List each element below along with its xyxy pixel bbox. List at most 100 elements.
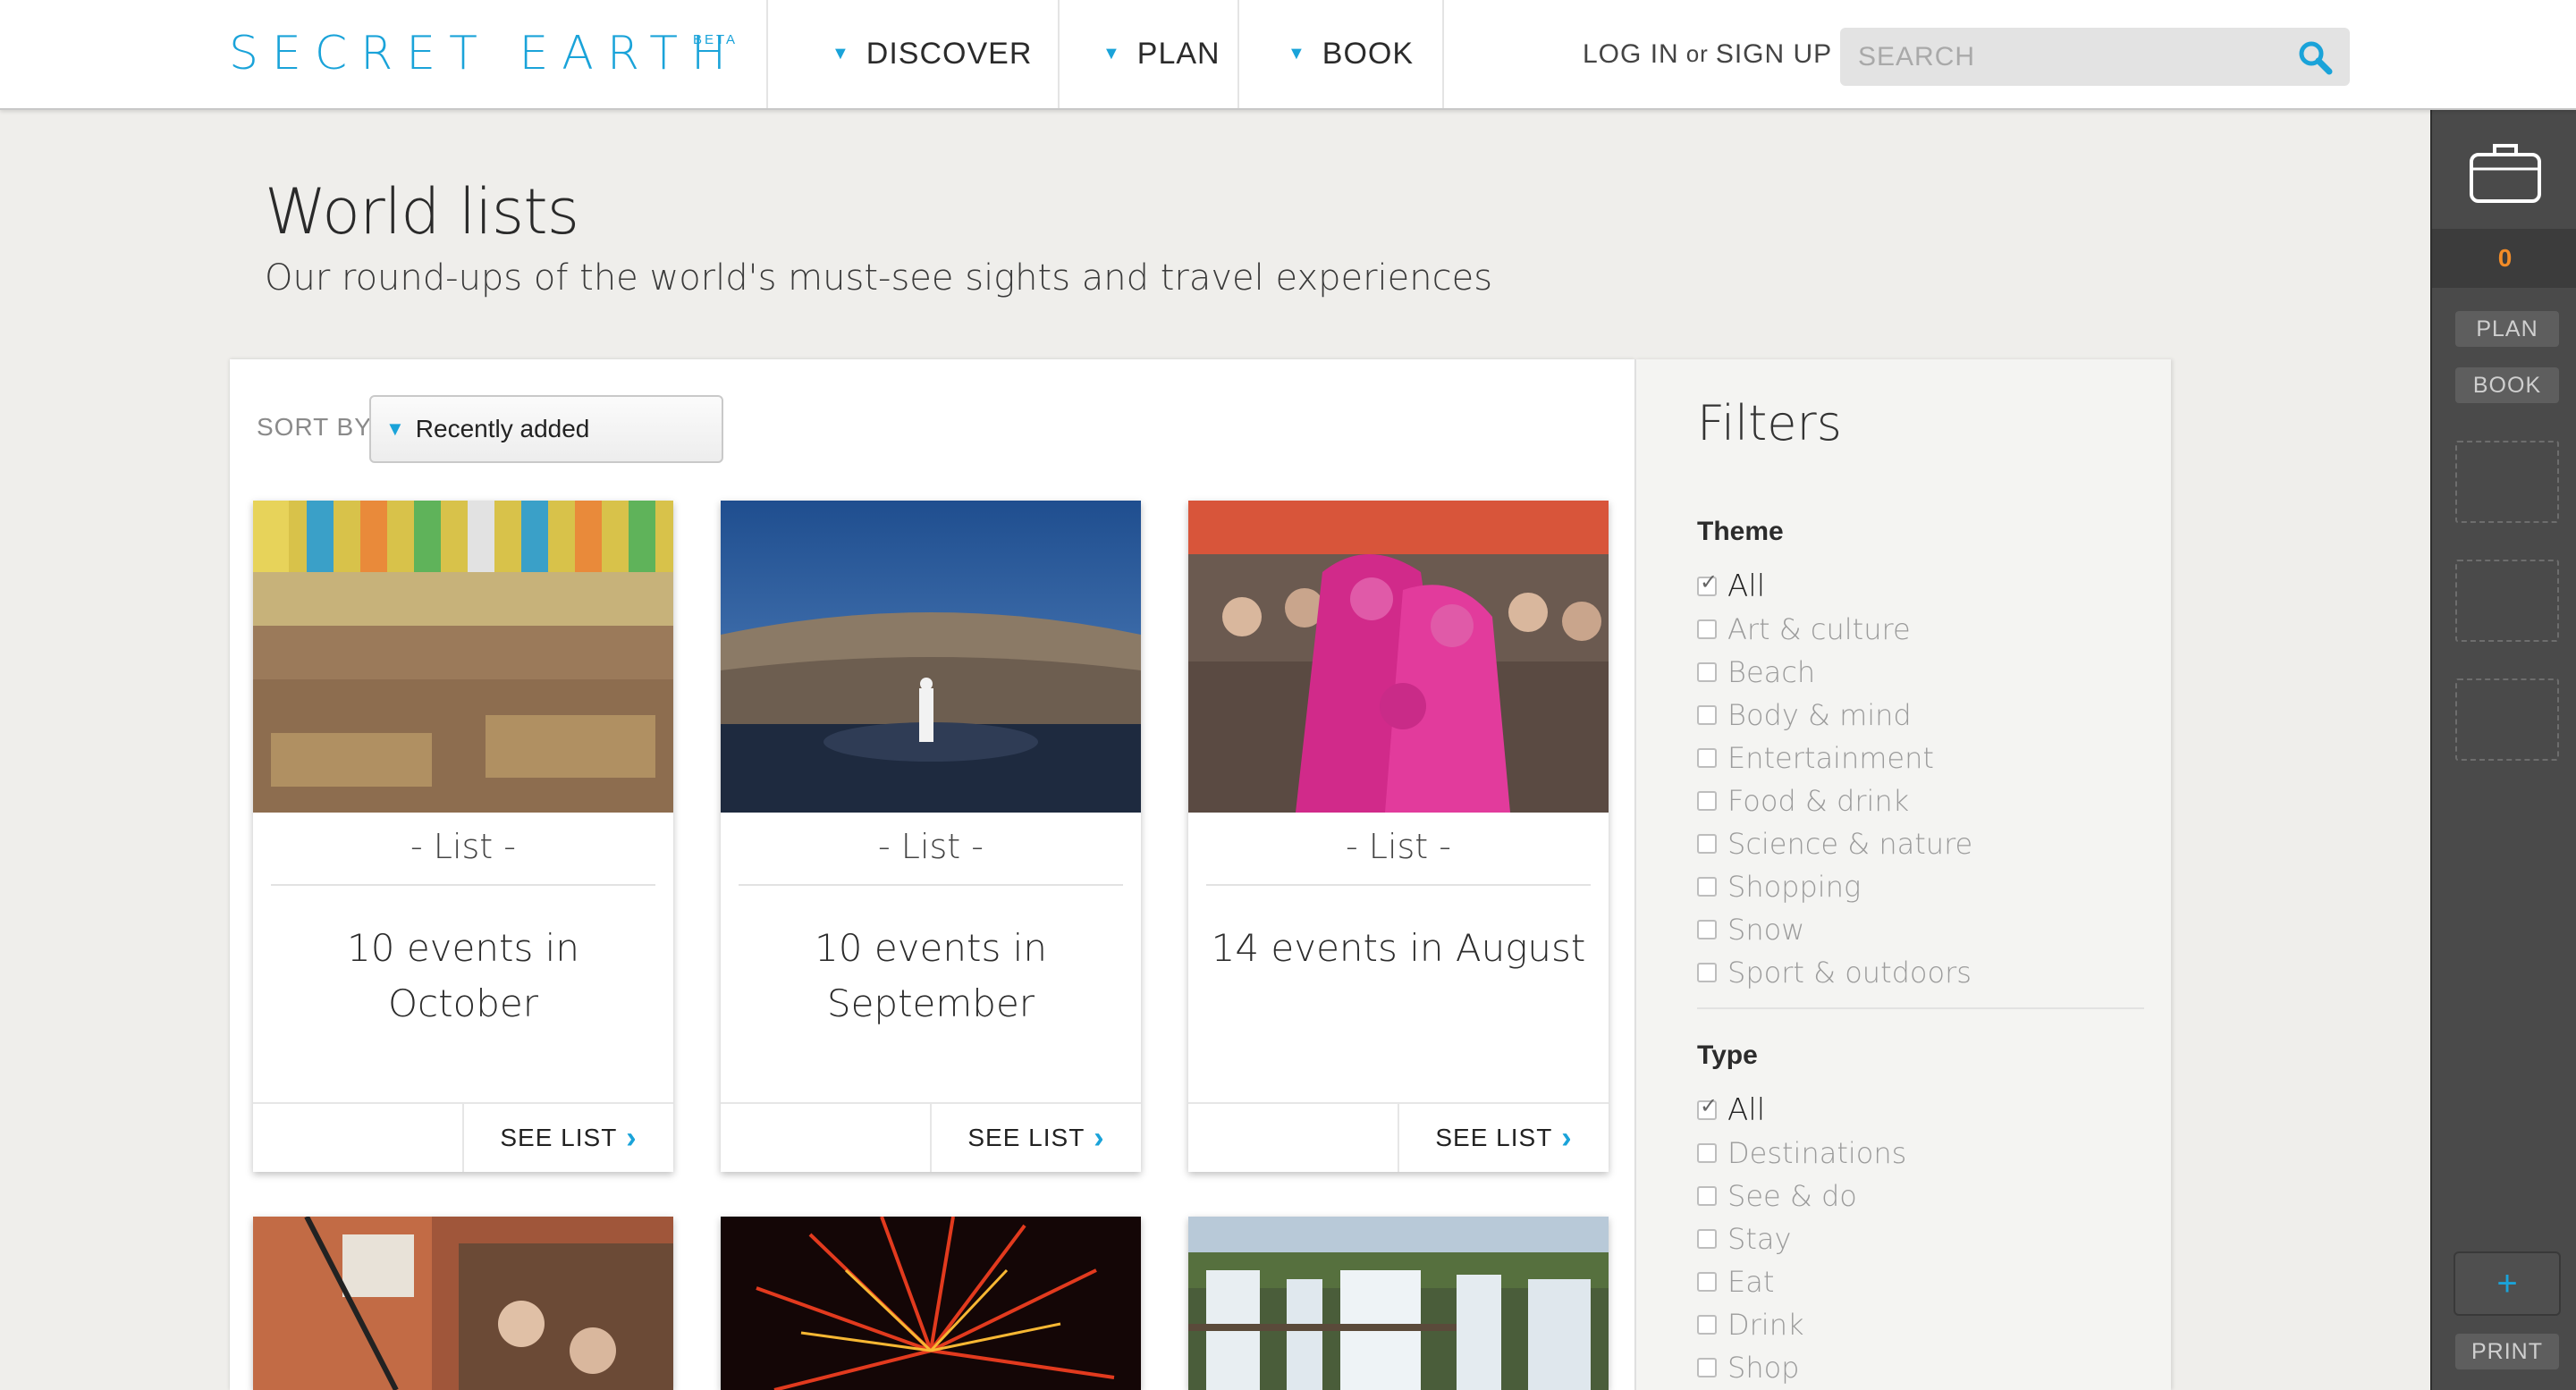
list-card[interactable] (253, 1217, 673, 1390)
type-option[interactable]: See & do (1697, 1176, 1857, 1216)
print-button[interactable]: PRINT (2455, 1334, 2559, 1369)
type-option[interactable]: All (1697, 1091, 1765, 1130)
option-label: Shop (1727, 1351, 1800, 1385)
type-filter-label: Type (1697, 1040, 1758, 1070)
type-option[interactable]: Drink (1697, 1305, 1804, 1344)
waterfalls-photo (1188, 1217, 1609, 1390)
filters-divider (1697, 1007, 2144, 1009)
card-kind: - List - (1345, 827, 1451, 866)
theme-option[interactable]: Shopping (1697, 867, 1861, 906)
chevron-down-icon: ▼ (1102, 44, 1121, 63)
checkbox[interactable] (1697, 1358, 1717, 1377)
nav-plan[interactable]: ▼ PLAN (1102, 0, 1220, 108)
checkbox[interactable] (1697, 748, 1717, 768)
see-list-button[interactable]: SEE LIST › (1399, 1104, 1609, 1172)
nav-discover-label: DISCOVER (866, 37, 1033, 71)
list-card[interactable]: - List - 14 events in August SEE LIST › (1188, 501, 1609, 1172)
suitcase-icon[interactable] (2468, 137, 2543, 208)
checkbox[interactable] (1697, 619, 1717, 639)
nav-discover[interactable]: ▼ DISCOVER (832, 0, 1032, 108)
see-list-button[interactable]: SEE LIST › (932, 1104, 1141, 1172)
checkbox[interactable] (1697, 834, 1717, 854)
see-list-label: SEE LIST (1435, 1124, 1553, 1151)
sort-select[interactable]: ▼ Recently added (369, 395, 723, 463)
theme-option[interactable]: Entertainment (1697, 738, 1934, 778)
search-icon[interactable] (2296, 38, 2334, 76)
rail-drop-slot[interactable] (2455, 560, 2559, 642)
search-box (1840, 28, 2350, 86)
list-card[interactable] (721, 1217, 1141, 1390)
chevron-down-icon: ▼ (832, 44, 850, 63)
page-subtitle: Our round-ups of the world's must-see si… (265, 257, 1493, 299)
checkbox[interactable] (1697, 705, 1717, 725)
nav-book[interactable]: ▼ BOOK (1288, 0, 1414, 108)
orchestra-concert-photo (253, 1217, 673, 1390)
chevron-down-icon: ▼ (1288, 44, 1306, 63)
theme-option[interactable]: All (1697, 567, 1765, 606)
checkbox[interactable] (1697, 920, 1717, 939)
rail-drop-slot[interactable] (2455, 441, 2559, 523)
beta-badge: BETA (693, 32, 739, 47)
list-card[interactable]: - List - 10 events in October SEE LIST › (253, 501, 673, 1172)
chevron-down-icon: ▼ (385, 417, 405, 440)
see-list-button[interactable]: SEE LIST › (464, 1104, 673, 1172)
option-label: All (1727, 1092, 1766, 1128)
option-label: Sport & outdoors (1727, 956, 1972, 990)
theme-option[interactable]: Body & mind (1697, 695, 1912, 735)
search-input[interactable] (1840, 28, 2287, 86)
signup-link[interactable]: SIGN UP (1716, 39, 1832, 70)
card-title[interactable]: 10 events in October (271, 921, 655, 1032)
rail-plan-button[interactable]: PLAN (2455, 311, 2559, 347)
theme-option[interactable]: Science & nature (1697, 824, 1972, 863)
checkbox[interactable] (1697, 1093, 1718, 1120)
rail-book-button[interactable]: BOOK (2455, 367, 2559, 403)
checkbox[interactable] (1697, 877, 1717, 897)
fireworks-photo (721, 1217, 1141, 1390)
checkbox[interactable] (1697, 1143, 1717, 1163)
option-label: Drink (1727, 1308, 1804, 1342)
type-option[interactable]: Shop (1697, 1348, 1799, 1387)
top-header: SECRET EARTH BETA ▼ DISCOVER ▼ PLAN ▼ BO… (0, 0, 2576, 110)
card-divider (739, 884, 1123, 886)
pink-street-performers-photo (1188, 501, 1609, 813)
type-option[interactable]: Eat (1697, 1262, 1774, 1302)
auth-links: LOG IN or SIGN UP (1583, 0, 1832, 108)
theme-option[interactable]: Food & drink (1697, 781, 1909, 821)
checkbox[interactable] (1697, 1272, 1717, 1292)
checkbox[interactable] (1697, 662, 1717, 682)
list-card[interactable]: - List - 10 events in September SEE LIST… (721, 501, 1141, 1172)
arena-opera-photo (721, 501, 1141, 813)
option-label: See & do (1727, 1179, 1857, 1213)
nav-divider (1237, 0, 1239, 108)
theme-option[interactable]: Beach (1697, 653, 1815, 692)
checkbox[interactable] (1697, 963, 1717, 982)
option-label: Food & drink (1727, 784, 1910, 818)
list-card[interactable] (1188, 1217, 1609, 1390)
nav-divider (1058, 0, 1060, 108)
logo[interactable]: SECRET EARTH (229, 27, 739, 80)
theme-option[interactable]: Art & culture (1697, 610, 1911, 649)
card-title[interactable]: 14 events in August (1206, 921, 1591, 976)
add-button[interactable]: + (2454, 1251, 2561, 1316)
theme-option[interactable]: Sport & outdoors (1697, 953, 1972, 992)
nav-plan-label: PLAN (1136, 37, 1220, 71)
theme-option[interactable]: Snow (1697, 910, 1804, 949)
type-option[interactable]: Destinations (1697, 1133, 1906, 1173)
card-title[interactable]: 10 events in September (739, 921, 1123, 1032)
checkbox[interactable] (1697, 569, 1718, 596)
option-label: Stay (1727, 1222, 1792, 1256)
rail-drop-slot[interactable] (2455, 678, 2559, 761)
chevron-right-icon: › (626, 1120, 638, 1155)
checkbox[interactable] (1697, 1315, 1717, 1335)
nav-divider (766, 0, 768, 108)
nav-book-label: BOOK (1322, 37, 1415, 71)
login-link[interactable]: LOG IN (1583, 39, 1679, 70)
option-label: Art & culture (1727, 612, 1911, 646)
type-option[interactable]: Stay (1697, 1219, 1791, 1259)
checkbox[interactable] (1697, 1186, 1717, 1206)
filters-title: Filters (1697, 395, 1842, 451)
checkbox[interactable] (1697, 1229, 1717, 1249)
option-label: Snow (1727, 913, 1805, 947)
beer-tent-crowd-photo (253, 501, 673, 813)
checkbox[interactable] (1697, 791, 1717, 811)
